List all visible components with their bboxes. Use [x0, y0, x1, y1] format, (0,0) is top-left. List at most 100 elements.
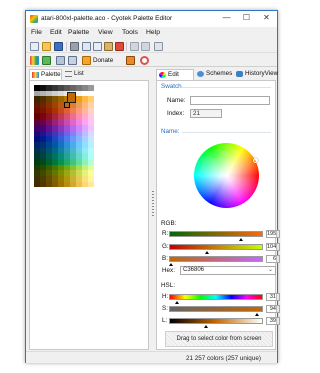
- tab-list[interactable]: List: [63, 69, 93, 80]
- tab-history[interactable]: HistoryView: [234, 69, 278, 80]
- menu-tools[interactable]: Tools: [122, 29, 138, 36]
- green-slider[interactable]: [169, 244, 263, 250]
- loop-icon[interactable]: [140, 56, 149, 65]
- palette-swatch[interactable]: [88, 181, 94, 188]
- green-value[interactable]: 104: [266, 243, 280, 251]
- blue-slider-thumb[interactable]: [169, 263, 174, 266]
- screen-color-picker[interactable]: Drag to select color from screen: [165, 331, 273, 347]
- chevron-down-icon[interactable]: ⌄: [268, 267, 273, 274]
- hex-value: C36806: [183, 267, 205, 273]
- index-label: Index:: [167, 110, 185, 117]
- spinner-icon[interactable]: [276, 244, 279, 250]
- divider: [182, 87, 271, 88]
- saturation-slider-thumb[interactable]: [255, 313, 260, 316]
- status-text: 21 257 colors (257 unique): [186, 355, 261, 362]
- spinner-icon[interactable]: [276, 294, 279, 300]
- tab-schemes-label: Schemes: [206, 70, 233, 77]
- spinner-icon[interactable]: [276, 256, 279, 262]
- app-window: atari-800xl-palette.aco - Cyotek Palette…: [25, 10, 280, 363]
- list-icon[interactable]: [68, 56, 77, 65]
- edit-color-panel: Swatch Name: Index: 21 Name: RGB: R: 195…: [156, 80, 280, 350]
- lightness-slider-thumb[interactable]: [203, 325, 208, 328]
- tab-history-label: HistoryView: [245, 70, 279, 77]
- schemes-tab-icon: [197, 71, 204, 77]
- lightness-slider[interactable]: [169, 318, 263, 324]
- print-icon[interactable]: [70, 42, 79, 51]
- palette-tab-icon: [32, 72, 39, 78]
- more-icon[interactable]: [154, 42, 163, 51]
- s-label: S:: [162, 305, 168, 312]
- menu-edit[interactable]: Edit: [50, 29, 62, 36]
- save-icon[interactable]: [54, 42, 63, 51]
- list-tab-icon: [65, 71, 72, 77]
- cut-icon[interactable]: [82, 42, 91, 51]
- hex-field[interactable]: C36806 ⌄: [180, 266, 276, 275]
- spinner-icon[interactable]: [276, 306, 279, 312]
- hue-slider[interactable]: [169, 294, 263, 300]
- title-bar[interactable]: atari-800xl-palette.aco - Cyotek Palette…: [26, 11, 277, 27]
- green-value-text: 104: [267, 244, 277, 250]
- hsl-heading: HSL:: [161, 282, 175, 289]
- swatch-group-title: Swatch: [161, 83, 182, 90]
- red-value[interactable]: 195: [266, 230, 280, 238]
- grid-icon[interactable]: [56, 56, 65, 65]
- maximize-button[interactable]: ☐: [238, 11, 255, 25]
- splitter-grip-icon[interactable]: [152, 191, 154, 216]
- h-label: H:: [162, 293, 169, 300]
- donate-button[interactable]: Donate: [93, 57, 113, 64]
- lightness-value[interactable]: 39: [266, 317, 280, 325]
- hue-slider-thumb[interactable]: [175, 301, 180, 304]
- tab-schemes[interactable]: Schemes: [195, 69, 233, 80]
- history-tab-icon: [236, 71, 243, 77]
- donate-icon: [82, 56, 91, 65]
- minimize-button[interactable]: —: [218, 11, 235, 25]
- status-bar: 21 257 colors (257 unique): [26, 351, 277, 363]
- b-label: B:: [162, 255, 168, 262]
- delete-icon[interactable]: [115, 42, 124, 51]
- paste-icon[interactable]: [104, 42, 113, 51]
- saturation-value[interactable]: 94: [266, 305, 280, 313]
- palette-icon[interactable]: [30, 56, 39, 65]
- g-label: G:: [162, 243, 169, 250]
- tab-edit-color[interactable]: Edit Color: [156, 69, 194, 88]
- menu-view[interactable]: View: [98, 29, 113, 36]
- redo-icon[interactable]: [141, 42, 150, 51]
- palette-panel: [29, 80, 149, 350]
- green-slider-thumb[interactable]: [205, 251, 210, 254]
- right-tab-strip: Edit Color Schemes HistoryView: [156, 69, 278, 88]
- hue-value[interactable]: 31: [266, 293, 280, 301]
- name-field[interactable]: [190, 96, 270, 105]
- palette-toolbar: Donate: [26, 54, 277, 67]
- window-title: atari-800xl-palette.aco - Cyotek Palette…: [41, 15, 173, 22]
- swatch-grid[interactable]: [34, 85, 94, 188]
- undo-icon[interactable]: [130, 42, 139, 51]
- spinner-icon[interactable]: [276, 231, 279, 237]
- menu-file[interactable]: File: [31, 29, 42, 36]
- tab-palette[interactable]: Palette: [29, 69, 62, 80]
- selected-swatch-highlight: [67, 92, 76, 103]
- rgb-heading: RGB:: [161, 220, 177, 227]
- copy-icon[interactable]: [93, 42, 102, 51]
- blue-value[interactable]: 6: [266, 255, 280, 263]
- menu-palette[interactable]: Palette: [68, 29, 89, 36]
- menu-help[interactable]: Help: [146, 29, 160, 36]
- red-slider-thumb[interactable]: [238, 238, 243, 241]
- color-wheel[interactable]: [194, 143, 259, 208]
- close-button[interactable]: ✕: [258, 11, 275, 25]
- red-slider[interactable]: [169, 231, 263, 237]
- open-icon[interactable]: [42, 42, 51, 51]
- blue-slider[interactable]: [169, 256, 263, 262]
- new-icon[interactable]: [30, 42, 39, 51]
- name-label: Name:: [167, 97, 186, 104]
- app-icon: [30, 15, 38, 23]
- saturation-slider[interactable]: [169, 306, 263, 312]
- main-toolbar: [26, 40, 277, 53]
- add-icon[interactable]: [42, 56, 51, 65]
- spinner-icon[interactable]: [276, 318, 279, 324]
- tab-list-label: List: [74, 70, 84, 77]
- edit-color-tab-icon: [159, 72, 166, 78]
- tab-palette-label: Palette: [41, 71, 61, 78]
- color-wheel-marker[interactable]: [253, 158, 258, 163]
- image-icon[interactable]: [126, 56, 135, 65]
- hex-label: Hex:: [162, 267, 175, 274]
